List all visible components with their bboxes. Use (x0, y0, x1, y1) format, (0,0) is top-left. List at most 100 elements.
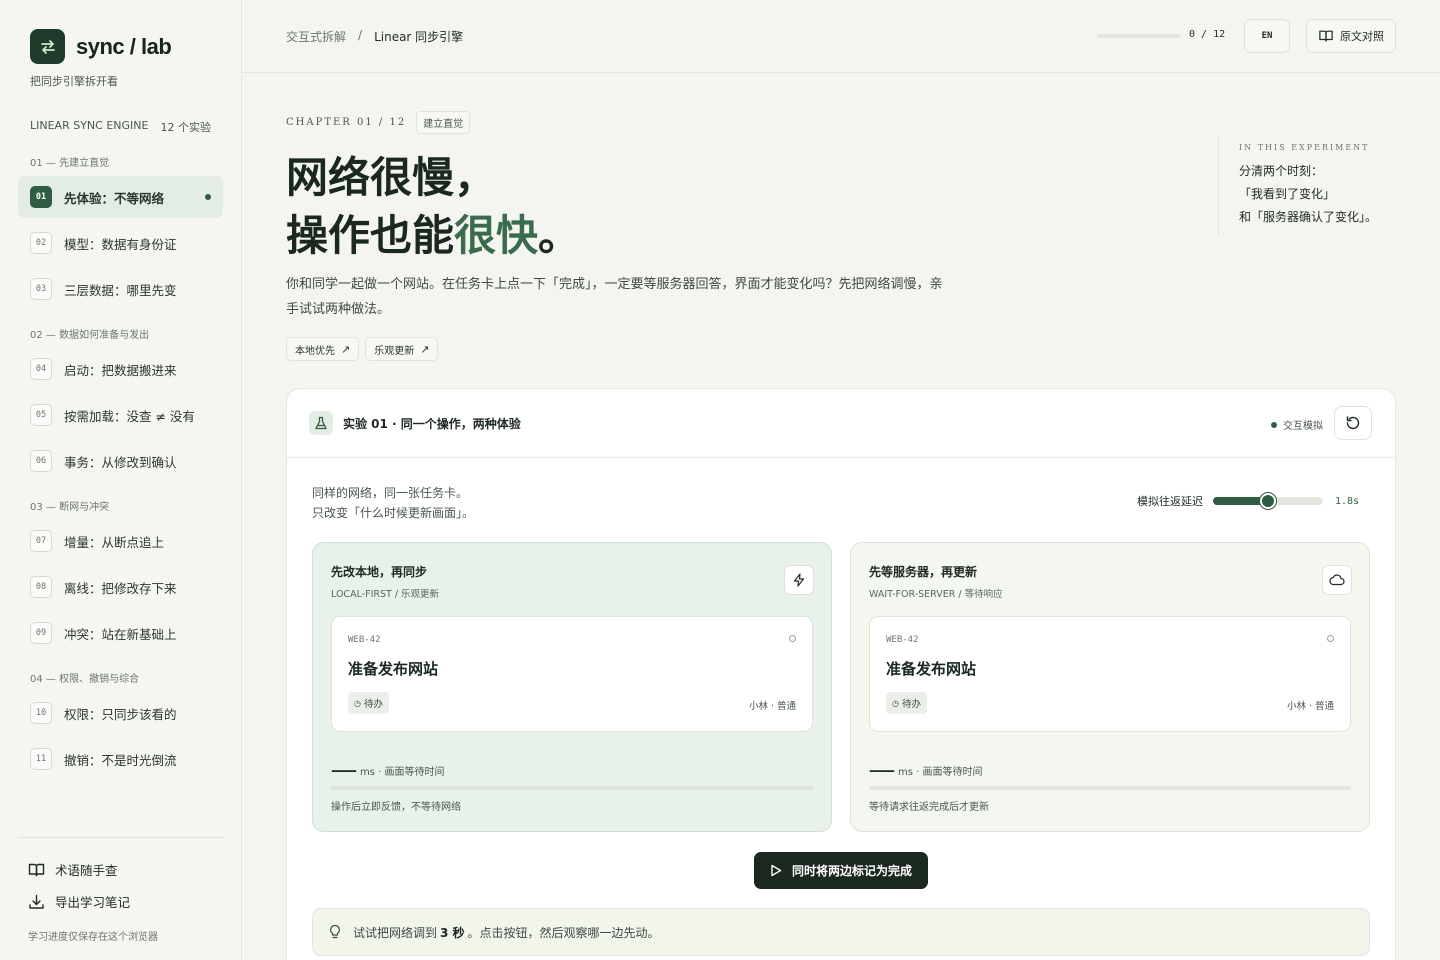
task-card[interactable]: WEB-42 准备发布网站 ◷ 待办 小林 · 普通 (331, 616, 813, 732)
book-icon (28, 863, 45, 876)
nav-item-07[interactable]: 07 增量：从断点追上 (18, 520, 223, 562)
tag-label: 本地优先 (295, 345, 335, 357)
simulation-badge: 交互模拟 (1271, 417, 1323, 432)
experiment-description: 同样的网络，同一张任务卡。 只改变「什么时候更新画面」。 (312, 483, 474, 523)
task-checkbox[interactable] (1327, 635, 1334, 642)
task-id: WEB-42 (348, 635, 381, 645)
nav-section: 01 — 先建立直觉 (30, 157, 110, 169)
clock-icon: ◷ (892, 698, 899, 708)
nav-item-11[interactable]: 11 撤销：不是时光倒流 (18, 738, 223, 780)
aside-line: 分清两个时刻： (1239, 164, 1324, 178)
nav-item-08[interactable]: 08 离线：把修改存下来 (18, 566, 223, 608)
mark-both-done-button[interactable]: 同时将两边标记为完成 (754, 852, 928, 889)
wait-time-readout: —— ms · 画面等待时间 (869, 763, 983, 779)
status-badge: ◷ 待办 (886, 692, 927, 714)
task-checkbox[interactable] (789, 635, 796, 642)
nav-item-03[interactable]: 03 三层数据：哪里先变 (18, 268, 223, 310)
external-arrow-icon: ↗ (420, 342, 430, 356)
nav-item-06[interactable]: 06 事务：从修改到确认 (18, 440, 223, 482)
hint-text-pre: 试试把网络调到 (353, 925, 438, 940)
nav-label: 事务：从修改到确认 (64, 454, 177, 470)
panel-header: 实验 01 · 同一个操作，两种体验 交互模拟 (287, 389, 1395, 458)
nav-item-02[interactable]: 02 模型：数据有身份证 (18, 222, 223, 264)
glossary-link[interactable]: 术语随手查 (28, 860, 118, 879)
nav-section: 04 — 权限、撤销与综合 (30, 673, 140, 685)
latency-label: 模拟往返延迟 (1137, 495, 1203, 508)
nav-section: 03 — 断网与冲突 (30, 501, 110, 513)
nav-label: 启动：把数据搬进来 (64, 362, 177, 378)
run-button-label: 同时将两边标记为完成 (791, 864, 912, 878)
brand-tagline: 把同步引擎拆开看 (30, 75, 118, 88)
column-footnote: 操作后立即反馈，不等待网络 (331, 802, 461, 813)
nav-item-09[interactable]: 09 冲突：站在新基础上 (18, 612, 223, 654)
column-subtitle: WAIT-FOR-SERVER / 等待响应 (869, 589, 1003, 600)
latency-control: 模拟往返延迟 1.8s (1137, 493, 1359, 509)
engine-row: LINEAR SYNC ENGINE 12 个实验 (30, 119, 211, 135)
nav-label: 按需加载：没查 ≠ 没有 (64, 408, 195, 424)
breadcrumb-root[interactable]: 交互式拆解 (286, 28, 346, 45)
task-title: 准备发布网站 (886, 660, 977, 678)
language-toggle-button[interactable]: EN (1244, 19, 1290, 53)
nav-label: 冲突：站在新基础上 (64, 626, 177, 642)
brand[interactable]: sync / lab (30, 29, 172, 64)
status-badge: ◷ 待办 (348, 692, 389, 714)
wait-progress-bar (869, 786, 1351, 790)
chapter-row: CHAPTER 01 / 12 建立直觉 (286, 111, 471, 134)
task-card[interactable]: WEB-42 准备发布网站 ◷ 待办 小林 · 普通 (869, 616, 1351, 732)
glossary-label: 术语随手查 (55, 863, 118, 878)
page-title: 网络很慢， 操作也能很快。 (286, 149, 580, 265)
engine-name: LINEAR SYNC ENGINE (30, 119, 149, 132)
nav-num: 01 (30, 186, 52, 208)
tag-optimistic-update[interactable]: 乐观更新 ↗ (365, 337, 439, 361)
nav-label: 增量：从断点追上 (64, 534, 165, 550)
nav-label: 撤销：不是时光倒流 (64, 752, 177, 768)
title-line-2-pre: 操作也能 (286, 211, 455, 260)
original-text-button[interactable]: 原文对照 (1306, 19, 1396, 53)
hint-highlight: 3 秒 (440, 925, 465, 940)
tag-local-first[interactable]: 本地优先 ↗ (286, 337, 360, 361)
clock-icon: ◷ (354, 698, 361, 708)
wait-progress-bar (331, 786, 813, 790)
lightbulb-icon (330, 924, 340, 939)
nav-label: 离线：把修改存下来 (64, 580, 177, 596)
progress-bar (1097, 34, 1180, 38)
nav-num: 05 (30, 404, 52, 426)
nav-section: 02 — 数据如何准备与发出 (30, 329, 150, 341)
nav-item-10[interactable]: 10 权限：只同步该看的 (18, 692, 223, 734)
status-label: 待办 (901, 699, 921, 710)
cloud-icon (1322, 565, 1352, 595)
chapter-nav: 01 — 先建立直觉 01 先体验：不等网络 02 模型：数据有身份证 03 三… (18, 148, 223, 836)
aside-label: IN THIS EXPERIMENT (1239, 143, 1370, 152)
sync-arrows-icon (30, 29, 65, 64)
nav-label: 先体验：不等网络 (64, 190, 165, 206)
active-dot (205, 194, 211, 200)
latency-slider[interactable] (1213, 493, 1323, 509)
experiment-count: 12 个实验 (160, 121, 212, 134)
experiment-panel: 实验 01 · 同一个操作，两种体验 交互模拟 同样的网络，同一张任务卡。 只改… (286, 388, 1396, 960)
download-icon (29, 894, 44, 909)
column-title: 先等服务器，再更新 (869, 565, 978, 579)
column-title: 先改本地，再同步 (331, 565, 428, 579)
status-label: 待办 (363, 699, 383, 710)
task-assignee: 小林 · 普通 (1286, 701, 1334, 712)
external-arrow-icon: ↗ (341, 342, 351, 356)
task-title: 准备发布网站 (348, 660, 439, 678)
hint-text-post: 。点击按钮，然后观察哪一边先动。 (467, 925, 660, 940)
sidebar-divider (18, 837, 223, 838)
brand-name: sync / lab (76, 33, 172, 59)
sidebar: sync / lab 把同步引擎拆开看 LINEAR SYNC ENGINE 1… (0, 0, 242, 960)
nav-item-05[interactable]: 05 按需加载：没查 ≠ 没有 (18, 394, 223, 436)
original-text-label: 原文对照 (1340, 30, 1384, 43)
book-icon (1319, 30, 1333, 42)
chapter-chip: 建立直觉 (416, 111, 471, 134)
slider-thumb[interactable] (1260, 493, 1276, 509)
hint-box: 试试把网络调到 3 秒。点击按钮，然后观察哪一边先动。 (312, 908, 1370, 956)
reset-button[interactable] (1334, 406, 1372, 440)
export-notes-link[interactable]: 导出学习笔记 (28, 892, 130, 911)
export-label: 导出学习笔记 (55, 895, 131, 910)
aside-line: 「我看到了变化」 (1239, 187, 1336, 201)
description-line: 同样的网络，同一张任务卡。 (312, 486, 469, 500)
breadcrumb-current: Linear 同步引擎 (374, 30, 464, 44)
nav-item-04[interactable]: 04 启动：把数据搬进来 (18, 348, 223, 390)
nav-item-01[interactable]: 01 先体验：不等网络 (18, 176, 223, 218)
